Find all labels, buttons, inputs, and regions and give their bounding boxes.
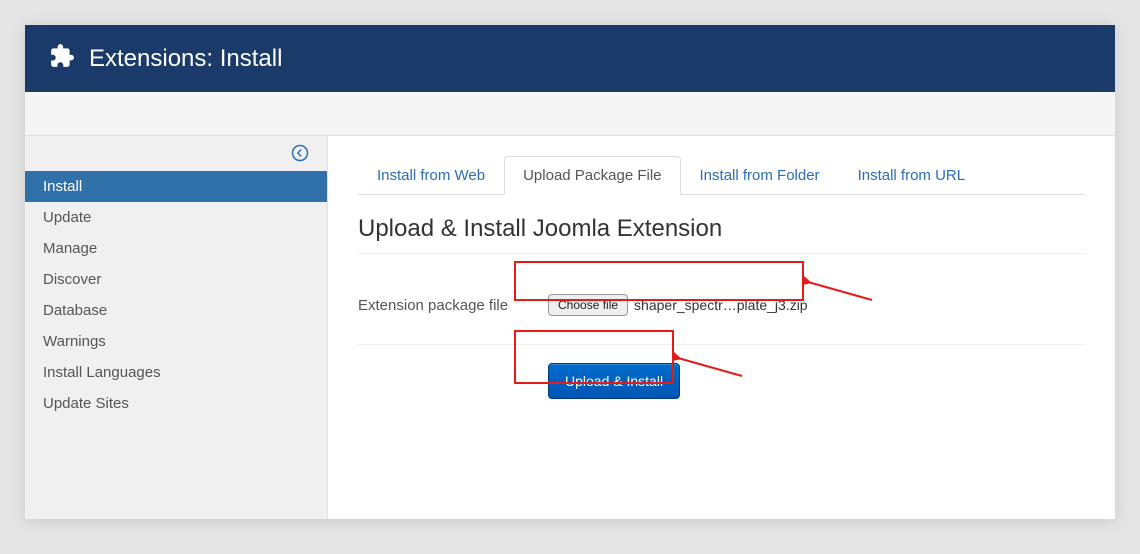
sidebar-back-button[interactable] bbox=[25, 136, 327, 171]
sidebar-item-warnings[interactable]: Warnings bbox=[25, 326, 327, 357]
sidebar-item-install[interactable]: Install bbox=[25, 171, 327, 202]
tab-install-from-url[interactable]: Install from URL bbox=[839, 156, 985, 195]
file-label: Extension package file bbox=[358, 297, 548, 314]
file-row: Extension package file Choose file shape… bbox=[358, 284, 1085, 326]
tab-install-from-web[interactable]: Install from Web bbox=[358, 156, 504, 195]
sidebar-item-update[interactable]: Update bbox=[25, 202, 327, 233]
toolbar bbox=[25, 92, 1115, 136]
tab-install-from-folder[interactable]: Install from Folder bbox=[681, 156, 839, 195]
header-bar: Extensions: Install bbox=[25, 25, 1115, 92]
section-title: Upload & Install Joomla Extension bbox=[358, 215, 1085, 254]
sidebar: InstallUpdateManageDiscoverDatabaseWarni… bbox=[25, 136, 328, 519]
puzzle-icon bbox=[49, 43, 75, 74]
upload-install-button[interactable]: Upload & Install bbox=[548, 363, 680, 399]
chosen-filename: shaper_spectr…plate_j3.zip bbox=[634, 297, 808, 313]
body: InstallUpdateManageDiscoverDatabaseWarni… bbox=[25, 136, 1115, 519]
action-row: Upload & Install bbox=[358, 363, 1085, 399]
file-chooser: Choose file shaper_spectr…plate_j3.zip bbox=[548, 294, 808, 316]
sidebar-item-update-sites[interactable]: Update Sites bbox=[25, 388, 327, 419]
page-title: Extensions: Install bbox=[89, 45, 282, 73]
choose-file-button[interactable]: Choose file bbox=[548, 294, 628, 316]
window: Extensions: Install InstallUpdateManageD… bbox=[25, 25, 1115, 519]
tab-upload-package-file[interactable]: Upload Package File bbox=[504, 156, 680, 195]
tabs: Install from WebUpload Package FileInsta… bbox=[358, 156, 1085, 195]
sidebar-item-install-languages[interactable]: Install Languages bbox=[25, 357, 327, 388]
divider bbox=[358, 344, 1085, 345]
sidebar-item-manage[interactable]: Manage bbox=[25, 233, 327, 264]
sidebar-item-discover[interactable]: Discover bbox=[25, 264, 327, 295]
sidebar-item-database[interactable]: Database bbox=[25, 295, 327, 326]
content: Install from WebUpload Package FileInsta… bbox=[328, 136, 1115, 519]
